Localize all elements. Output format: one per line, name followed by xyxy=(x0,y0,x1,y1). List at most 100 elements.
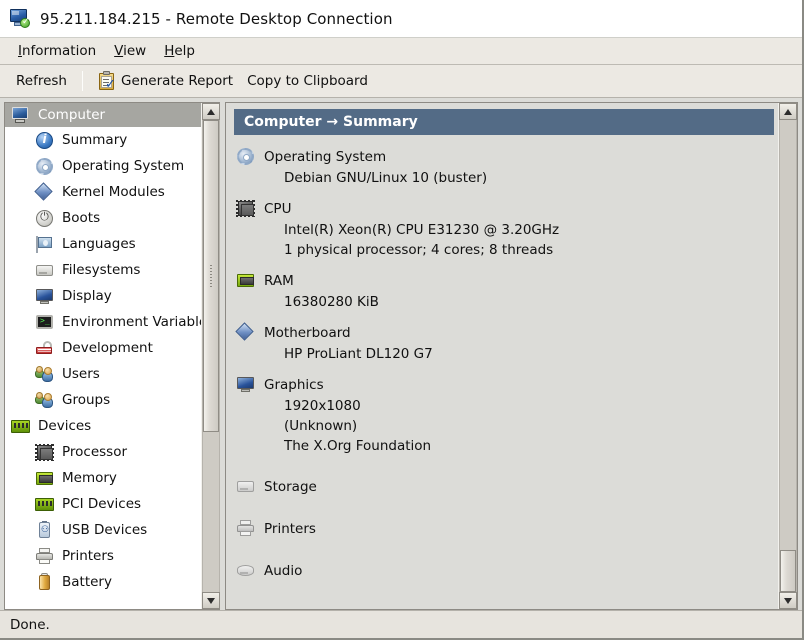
sidebar-item-pci-devices[interactable]: PCI Devices xyxy=(5,491,201,517)
sidebar-item-label: Printers xyxy=(62,548,114,564)
scroll-down-button[interactable] xyxy=(779,592,797,609)
sidebar-scroll-track[interactable] xyxy=(202,120,220,592)
sidebar-item-computer[interactable]: Computer xyxy=(5,103,201,127)
sidebar-item-filesystems[interactable]: Filesystems xyxy=(5,257,201,283)
sidebar-item-label: Memory xyxy=(62,470,117,486)
printer-icon xyxy=(35,547,54,566)
sidebar-item-usb-devices[interactable]: USB Devices xyxy=(5,517,201,543)
copy-to-clipboard-button-label: Copy to Clipboard xyxy=(247,73,368,89)
menu-mnemonic: H xyxy=(164,43,175,59)
diamond-icon xyxy=(235,322,256,343)
section-value: 1920x1080 xyxy=(284,398,361,414)
summary-section-printers: Printers xyxy=(234,519,778,539)
summary-section-graphics: Graphics 1920x1080 (Unknown) The X.Org Foun… xyxy=(234,375,778,455)
section-header: Operating System xyxy=(236,147,778,167)
summary-section-motherboard: Motherboard HP ProLiant DL120 G7 xyxy=(234,322,778,363)
detail-panel: Computer → Summary Operating System Debia… xyxy=(225,102,798,610)
display-icon xyxy=(35,287,54,306)
section-value: 16380280 KiB xyxy=(284,294,379,310)
sidebar-item-devices[interactable]: Devices xyxy=(5,413,201,439)
power-icon xyxy=(35,209,54,228)
cpu-icon xyxy=(236,199,256,219)
scroll-up-button[interactable] xyxy=(202,103,220,120)
sidebar-item-operating-system[interactable]: Operating System xyxy=(5,153,201,179)
section-title: Operating System xyxy=(264,149,387,165)
sidebar-item-label: Processor xyxy=(62,444,128,460)
section-title: Motherboard xyxy=(264,325,351,341)
board-icon xyxy=(11,417,30,436)
section-header: RAM xyxy=(236,271,778,291)
sidebar-item-processor[interactable]: Processor xyxy=(5,439,201,465)
section-header: Printers xyxy=(236,519,778,539)
detail-scrollbar[interactable] xyxy=(778,103,797,609)
section-value: 1 physical processor; 4 cores; 8 threads xyxy=(284,242,554,258)
content-area: Computer Summary Operating System Kernel M… xyxy=(0,98,802,610)
chevron-down-icon xyxy=(784,597,792,604)
sidebar-scrollbar[interactable] xyxy=(201,103,220,609)
detail-scroll-track[interactable] xyxy=(779,120,797,592)
sidebar-item-display[interactable]: Display xyxy=(5,283,201,309)
sidebar-item-memory[interactable]: Memory xyxy=(5,465,201,491)
memory-icon xyxy=(35,469,54,488)
remote-desktop-icon xyxy=(9,8,31,29)
tool-bar: Refresh ✓ Generate Report Copy to Clipbo… xyxy=(0,65,802,98)
sidebar-item-groups[interactable]: Groups xyxy=(5,387,201,413)
sidebar-item-battery[interactable]: Battery xyxy=(5,569,201,595)
sidebar-item-label: Devices xyxy=(38,418,92,434)
breadcrumb: Computer → Summary xyxy=(234,109,774,135)
section-title: CPU xyxy=(264,201,292,217)
section-title: RAM xyxy=(264,273,294,289)
category-tree[interactable]: Computer Summary Operating System Kernel M… xyxy=(5,103,201,609)
board-icon xyxy=(35,495,54,514)
users-icon xyxy=(35,391,54,410)
menu-label: elp xyxy=(174,43,196,59)
sidebar-item-summary[interactable]: Summary xyxy=(5,127,201,153)
menu-item-information[interactable]: Information xyxy=(9,40,105,62)
audio-icon xyxy=(236,561,256,581)
printer-icon xyxy=(236,519,256,539)
status-bar: Done. xyxy=(0,610,802,638)
flag-icon xyxy=(35,235,54,254)
section-header: CPU xyxy=(236,199,778,219)
sidebar-item-printers[interactable]: Printers xyxy=(5,543,201,569)
sidebar-item-environment-variables[interactable]: Environment Variables xyxy=(5,309,201,335)
sidebar-item-development[interactable]: Development xyxy=(5,335,201,361)
sidebar-scroll-thumb[interactable] xyxy=(203,120,219,432)
summary-section-cpu: CPU Intel(R) Xeon(R) CPU E31230 @ 3.20GHz… xyxy=(234,199,778,259)
section-value: HP ProLiant DL120 G7 xyxy=(284,346,433,362)
scroll-down-button[interactable] xyxy=(202,592,220,609)
refresh-button-label: Refresh xyxy=(16,73,67,89)
sidebar-item-label: Filesystems xyxy=(62,262,141,278)
sidebar-item-boots[interactable]: Boots xyxy=(5,205,201,231)
section-value: Intel(R) Xeon(R) CPU E31230 @ 3.20GHz xyxy=(284,222,560,238)
chevron-down-icon xyxy=(207,597,215,604)
refresh-button[interactable]: Refresh xyxy=(9,70,74,92)
sidebar-item-label: Computer xyxy=(38,107,106,123)
info-icon xyxy=(35,131,54,150)
sidebar-item-label: PCI Devices xyxy=(62,496,142,512)
clipboard-report-icon: ✓ xyxy=(98,70,116,91)
sidebar-item-label: Development xyxy=(62,340,153,356)
summary-section-storage: Storage xyxy=(234,477,778,497)
copy-to-clipboard-button[interactable]: Copy to Clipboard xyxy=(240,70,375,92)
battery-icon xyxy=(35,572,54,592)
sidebar-item-users[interactable]: Users xyxy=(5,361,201,387)
section-title: Audio xyxy=(264,563,303,579)
sidebar-item-label: Groups xyxy=(62,392,111,408)
section-header: Storage xyxy=(236,477,778,497)
sidebar-item-kernel-modules[interactable]: Kernel Modules xyxy=(5,179,201,205)
summary-section-ram: RAM 16380280 KiB xyxy=(234,271,778,311)
disk-icon xyxy=(35,261,54,280)
memory-icon xyxy=(236,271,256,291)
menu-label: iew xyxy=(123,43,147,59)
menu-item-help[interactable]: Help xyxy=(155,40,204,62)
main-window: 95.211.184.215 - Remote Desktop Connecti… xyxy=(0,0,804,640)
sidebar-item-label: Boots xyxy=(62,210,101,226)
cpu-icon xyxy=(35,443,54,462)
generate-report-button[interactable]: ✓ Generate Report xyxy=(91,69,240,94)
sidebar-item-languages[interactable]: Languages xyxy=(5,231,201,257)
disk-icon xyxy=(236,477,256,497)
scroll-up-button[interactable] xyxy=(779,103,797,120)
menu-item-view[interactable]: View xyxy=(105,40,155,62)
detail-scroll-thumb[interactable] xyxy=(780,549,796,592)
